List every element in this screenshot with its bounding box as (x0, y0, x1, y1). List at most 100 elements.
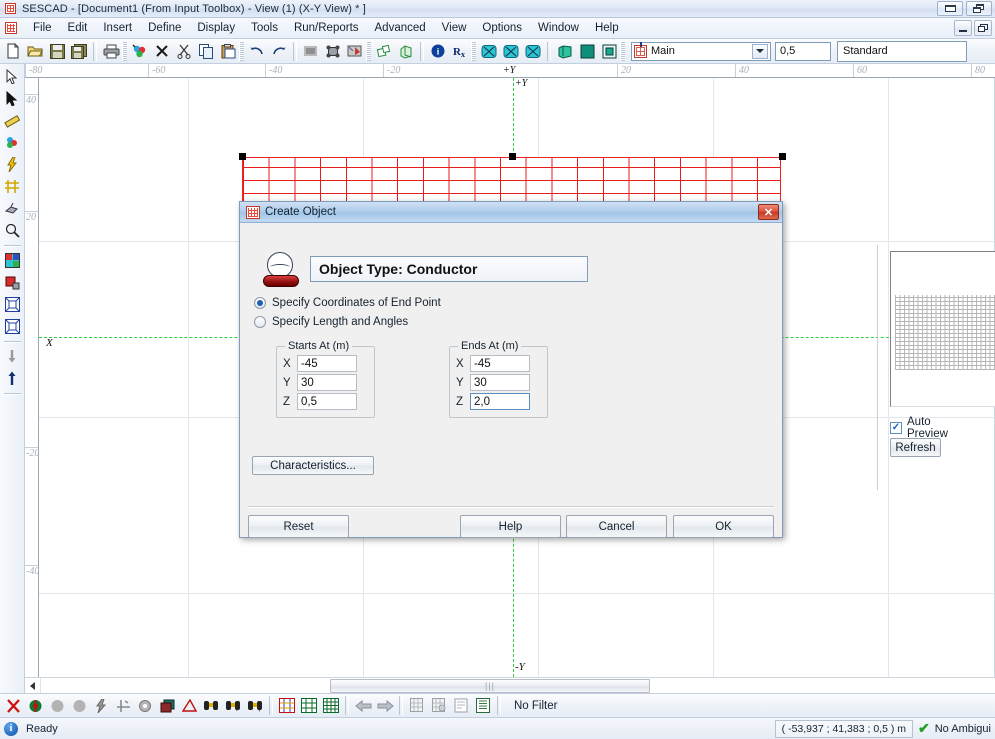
extrude-3d-button[interactable] (395, 41, 417, 62)
conductor-filter-button[interactable] (112, 695, 134, 716)
zoom-extent-button[interactable] (2, 316, 23, 337)
menu-options[interactable]: Options (474, 19, 530, 37)
menu-file[interactable]: File (25, 19, 60, 37)
table-filter-button[interactable] (428, 695, 450, 716)
delete-button[interactable] (151, 41, 173, 62)
move-down-button[interactable] (2, 346, 23, 367)
fit-window-button[interactable] (2, 294, 23, 315)
gray-sphere-2-button[interactable] (68, 695, 90, 716)
selection-handle-top-right[interactable] (779, 153, 786, 160)
fill-solid-button[interactable] (576, 41, 598, 62)
grid-color-button[interactable] (276, 695, 298, 716)
starts-at-x-input[interactable]: -45 (297, 355, 357, 372)
list-view-button[interactable] (472, 695, 494, 716)
move-up-button[interactable] (2, 368, 23, 389)
cut-button[interactable] (173, 41, 195, 62)
toolbar-grip-3[interactable] (366, 41, 371, 61)
toolbar-grip-5[interactable] (620, 41, 625, 61)
menu-window[interactable]: Window (530, 19, 587, 37)
open-file-button[interactable] (24, 41, 46, 62)
dialog-title-bar[interactable]: Create Object ✕ (240, 202, 782, 223)
menu-advanced[interactable]: Advanced (367, 19, 434, 37)
next-object-button[interactable] (374, 695, 396, 716)
auto-preview-row[interactable]: ✓ Auto Preview (890, 416, 948, 440)
swarm-tool-button[interactable] (2, 198, 23, 219)
paste-button[interactable] (217, 41, 239, 62)
horizontal-scrollbar[interactable]: ||| (25, 677, 995, 693)
reset-button[interactable]: Reset (248, 515, 349, 538)
lightning-tool-button[interactable] (2, 154, 23, 175)
size-input[interactable]: 0,5 (775, 41, 831, 61)
auto-preview-checkbox[interactable]: ✓ (890, 422, 902, 434)
chevron-down-icon[interactable] (752, 43, 768, 59)
characteristics-button[interactable]: Characteristics... (252, 456, 374, 475)
toolbar-grip[interactable] (122, 41, 127, 61)
find-terminal-button[interactable]: t (222, 695, 244, 716)
ends-at-x-input[interactable]: -45 (470, 355, 530, 372)
view-3d-button[interactable] (554, 41, 576, 62)
measure-tool-button[interactable] (2, 110, 23, 131)
mesh-edit-button[interactable] (344, 41, 366, 62)
redo-button[interactable] (268, 41, 290, 62)
mdi-minimize-button[interactable] (954, 20, 972, 36)
scrollbar-thumb[interactable]: ||| (330, 678, 650, 693)
region-select-button[interactable] (300, 41, 322, 62)
angle-filter-button[interactable] (178, 695, 200, 716)
stamp-button[interactable] (2, 272, 23, 293)
grid-green-button[interactable] (298, 695, 320, 716)
save-button[interactable] (46, 41, 68, 62)
grid-plain-button[interactable] (320, 695, 342, 716)
selection-handle-top-center[interactable] (509, 153, 516, 160)
copy-button[interactable] (195, 41, 217, 62)
ground-sphere-button[interactable] (24, 695, 46, 716)
new-file-button[interactable] (2, 41, 24, 62)
mdi-restore-button[interactable] (974, 20, 992, 36)
pointer-tool-button[interactable] (2, 66, 23, 87)
node-filter-button[interactable] (134, 695, 156, 716)
gray-sphere-button[interactable] (46, 695, 68, 716)
rx-button[interactable]: Rx (449, 41, 471, 62)
color-palette-button[interactable] (2, 250, 23, 271)
find-y-button[interactable]: y (244, 695, 266, 716)
save-all-button[interactable] (68, 41, 90, 62)
toolbar-grip-4[interactable] (471, 41, 476, 61)
select-tool-button[interactable] (2, 88, 23, 109)
menu-insert[interactable]: Insert (95, 19, 140, 37)
menu-run-reports[interactable]: Run/Reports (286, 19, 367, 37)
menu-edit[interactable]: Edit (60, 19, 96, 37)
undo-button[interactable] (246, 41, 268, 62)
radio-specify-coordinates[interactable]: Specify Coordinates of End Point (254, 297, 441, 309)
find-button[interactable] (200, 695, 222, 716)
properties-button[interactable] (450, 695, 472, 716)
view-xz-button[interactable] (500, 41, 522, 62)
prev-object-button[interactable] (352, 695, 374, 716)
refresh-button[interactable]: Refresh (890, 438, 941, 457)
view-yz-button[interactable] (522, 41, 544, 62)
node-select-button[interactable] (322, 41, 344, 62)
select-objects-button[interactable] (129, 41, 151, 62)
menu-define[interactable]: Define (140, 19, 189, 37)
conductor-tool-button[interactable] (2, 176, 23, 197)
radio-specify-length-angles[interactable]: Specify Length and Angles (254, 316, 408, 328)
delete-filter-button[interactable] (2, 695, 24, 716)
view-xy-button[interactable] (478, 41, 500, 62)
starts-at-z-input[interactable]: 0,5 (297, 393, 357, 410)
layer-combo[interactable]: Main (631, 41, 771, 61)
info-button[interactable]: i (427, 41, 449, 62)
scroll-left-button[interactable] (25, 678, 41, 693)
lightning-filter-button[interactable] (90, 695, 112, 716)
zoom-tool-button[interactable] (2, 220, 23, 241)
toolbar-grip-2[interactable] (239, 41, 244, 61)
print-button[interactable] (100, 41, 122, 62)
extrude-2d-button[interactable] (373, 41, 395, 62)
starts-at-y-input[interactable]: 30 (297, 374, 357, 391)
menu-display[interactable]: Display (189, 19, 243, 37)
ends-at-z-input[interactable]: 2,0 (470, 393, 530, 410)
style-input[interactable]: Standard (837, 40, 967, 62)
cancel-button[interactable]: Cancel (566, 515, 667, 538)
menu-help[interactable]: Help (587, 19, 627, 37)
menu-tools[interactable]: Tools (243, 19, 286, 37)
fill-outline-button[interactable] (598, 41, 620, 62)
selection-handle-top-left[interactable] (239, 153, 246, 160)
close-dialog-button[interactable]: ✕ (758, 204, 779, 220)
